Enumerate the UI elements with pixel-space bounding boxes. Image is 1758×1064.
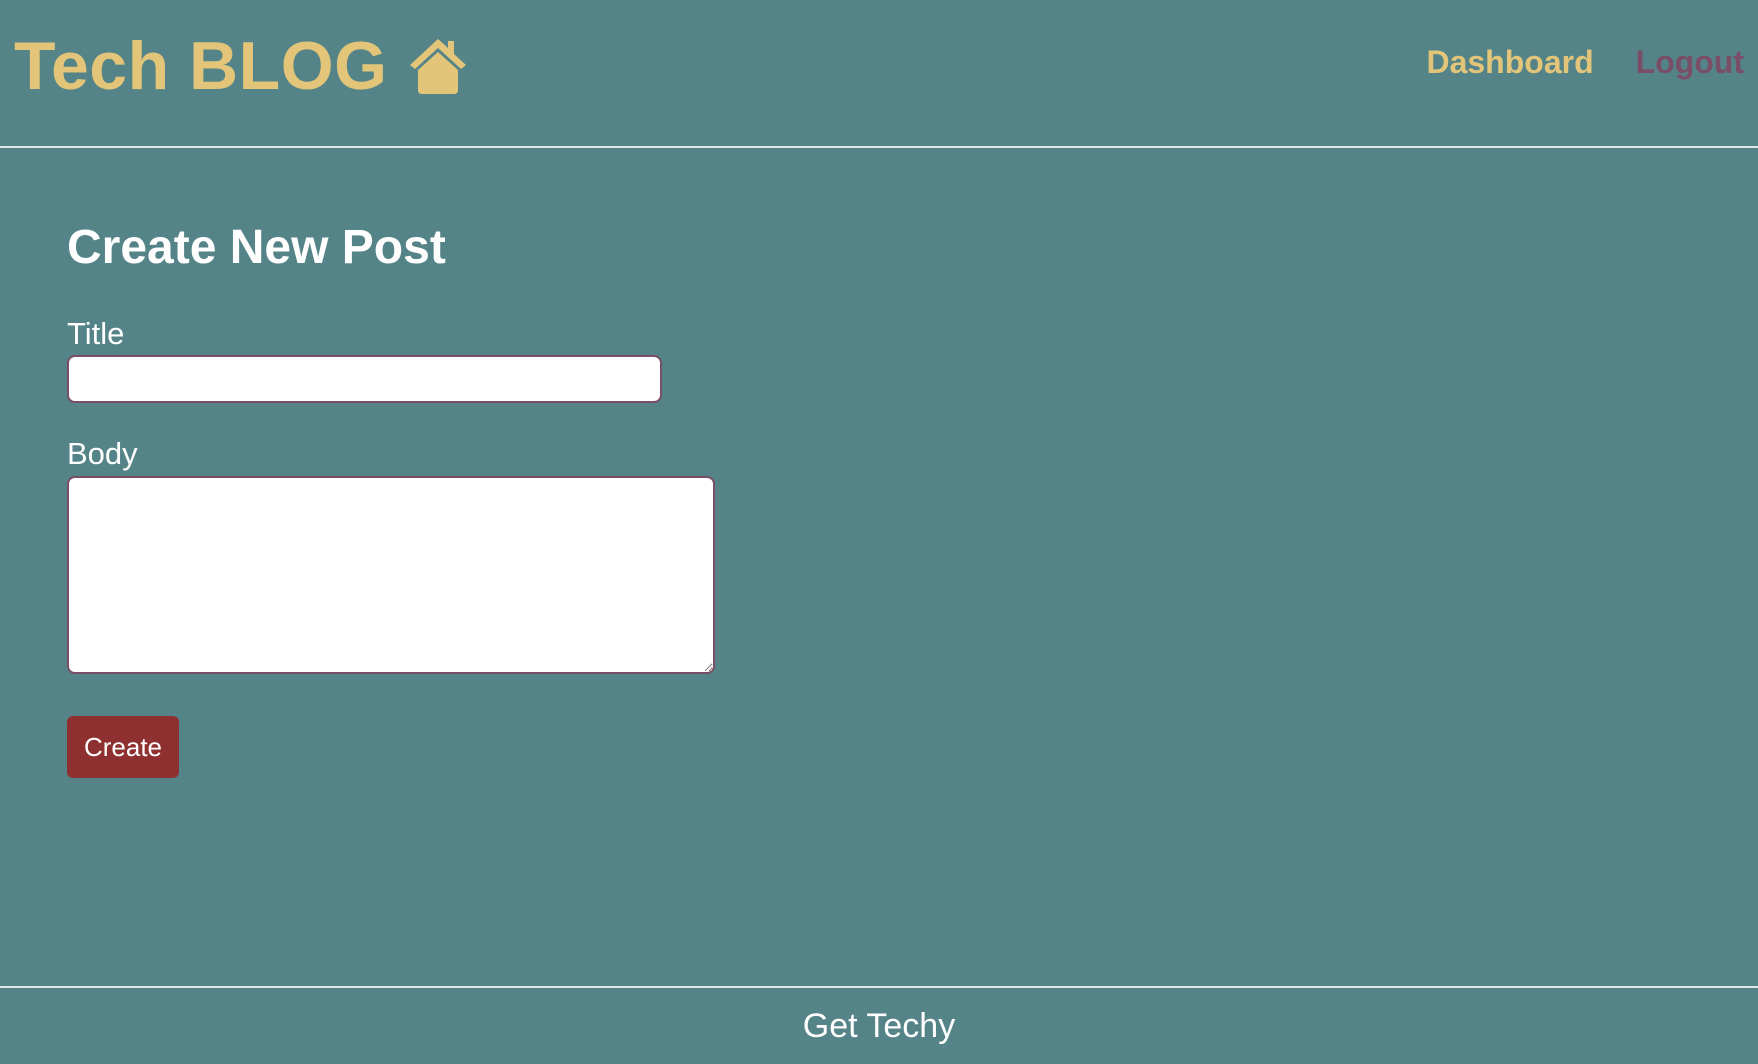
title-label: Title xyxy=(67,316,125,351)
main-nav: Dashboard Logout xyxy=(1426,44,1744,81)
nav-logout-link[interactable]: Logout xyxy=(1636,44,1744,81)
body-label: Body xyxy=(67,436,138,471)
body-textarea[interactable] xyxy=(67,476,715,674)
home-icon xyxy=(409,39,466,94)
create-post-form: Create New Post Title Body Create xyxy=(67,220,867,778)
create-button[interactable]: Create xyxy=(67,716,179,778)
page-title: Create New Post xyxy=(67,221,446,274)
brand-link[interactable]: Tech BLOG xyxy=(14,28,470,104)
title-input[interactable] xyxy=(67,355,662,403)
site-footer: Get Techy xyxy=(0,986,1758,1064)
nav-dashboard-link[interactable]: Dashboard xyxy=(1426,44,1593,81)
site-header: Tech BLOG Dashboard Logout xyxy=(0,0,1758,148)
footer-text: Get Techy xyxy=(802,1006,956,1045)
brand-title: Tech BLOG xyxy=(14,28,388,104)
